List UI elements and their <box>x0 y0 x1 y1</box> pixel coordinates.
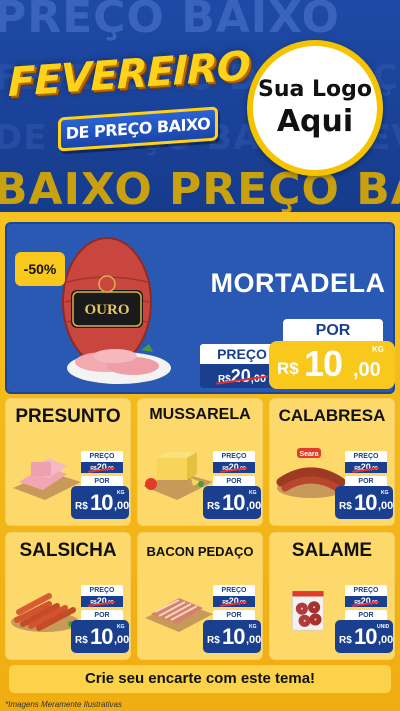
product-card-presunto[interactable]: PRESUNTO PREÇO R$20,00 POR R$ 10,00 KG <box>5 398 131 526</box>
product-new-price: R$ 10,00 UNID <box>335 620 393 653</box>
product-card-calabresa[interactable]: CALABRESA Seara PREÇO R$20,00 POR R$ 10,0… <box>269 398 395 526</box>
background-text-top: PREÇO BAIXO <box>0 0 340 43</box>
title-main: FEVEREIRO <box>8 43 250 107</box>
logo-placeholder[interactable]: Sua Logo Aqui <box>247 40 383 176</box>
product-old-price: R$20,00 <box>213 462 255 473</box>
product-name: BACON PEDAÇO <box>146 544 254 559</box>
product-name: CALABRESA <box>278 406 386 425</box>
product-name: PRESUNTO <box>15 406 121 427</box>
product-name: SALSICHA <box>19 540 117 561</box>
disclaimer-text: *Imagens Meramente Ilustrativas <box>5 700 122 709</box>
product-old-price: R$20,00 <box>213 596 255 607</box>
product-card-salame[interactable]: SALAME PREÇO R$20,00 POR R$ 10,00 UNID <box>269 532 395 660</box>
header-banner: PREÇO BAIXO FEVEREIRO DE PREÇO BAIXO FEV… <box>0 0 400 212</box>
featured-product-name: MORTADELA <box>210 268 386 298</box>
campaign-title: FEVEREIRO DE PREÇO BAIXO <box>8 43 250 162</box>
product-name: MUSSARELA <box>149 406 251 423</box>
product-name: SALAME <box>291 540 373 561</box>
mortadela-image: OURO <box>62 237 171 384</box>
product-old-price: R$20,00 <box>81 596 123 607</box>
product-preco-label: PREÇO <box>81 451 123 462</box>
product-preco-label: PREÇO <box>213 451 255 462</box>
product-card-bacon-pedaco[interactable]: BACON PEDAÇO PREÇO R$20,00 POR R$ 10,00 KG <box>137 532 263 660</box>
product-old-price: R$20,00 <box>345 462 387 473</box>
product-card-mussarela[interactable]: MUSSARELA PREÇO R$20,00 POR R$ 10,00 KG <box>137 398 263 526</box>
seara-brand-label: Seara <box>299 451 318 458</box>
featured-new-price: R$ 10 ,00 KG <box>269 341 395 389</box>
featured-por-label: POR <box>283 319 383 343</box>
product-preco-label: PREÇO <box>345 585 387 596</box>
featured-product-card[interactable]: -50% OURO MORTADELA PREÇO R$20,00 POR R$… <box>5 222 395 394</box>
product-new-price: R$ 10,00 KG <box>71 620 129 653</box>
product-preco-label: PREÇO <box>81 585 123 596</box>
product-preco-label: PREÇO <box>345 451 387 462</box>
cta-banner[interactable]: Crie seu encarte com este tema! <box>9 665 391 693</box>
product-preco-label: PREÇO <box>213 585 255 596</box>
product-card-salsicha[interactable]: SALSICHA PREÇO R$20,00 POR R$ 10,00 KG <box>5 532 131 660</box>
product-old-price: R$20,00 <box>81 462 123 473</box>
salame-image <box>292 590 324 631</box>
product-new-price: R$ 10,00 KG <box>71 486 129 519</box>
product-new-price: R$ 10,00 KG <box>335 486 393 519</box>
product-new-price: R$ 10,00 KG <box>203 620 261 653</box>
logo-text-line2: Aqui <box>276 104 354 139</box>
product-old-price: R$20,00 <box>345 596 387 607</box>
title-subtitle: DE PREÇO BAIXO <box>58 106 218 152</box>
logo-text-line1: Sua Logo <box>257 77 372 102</box>
product-new-price: R$ 10,00 KG <box>203 486 261 519</box>
discount-badge: -50% <box>15 252 65 286</box>
mortadela-brand-label: OURO <box>85 302 130 318</box>
offers-panel: -50% OURO MORTADELA PREÇO R$20,00 POR R$… <box>0 212 400 711</box>
